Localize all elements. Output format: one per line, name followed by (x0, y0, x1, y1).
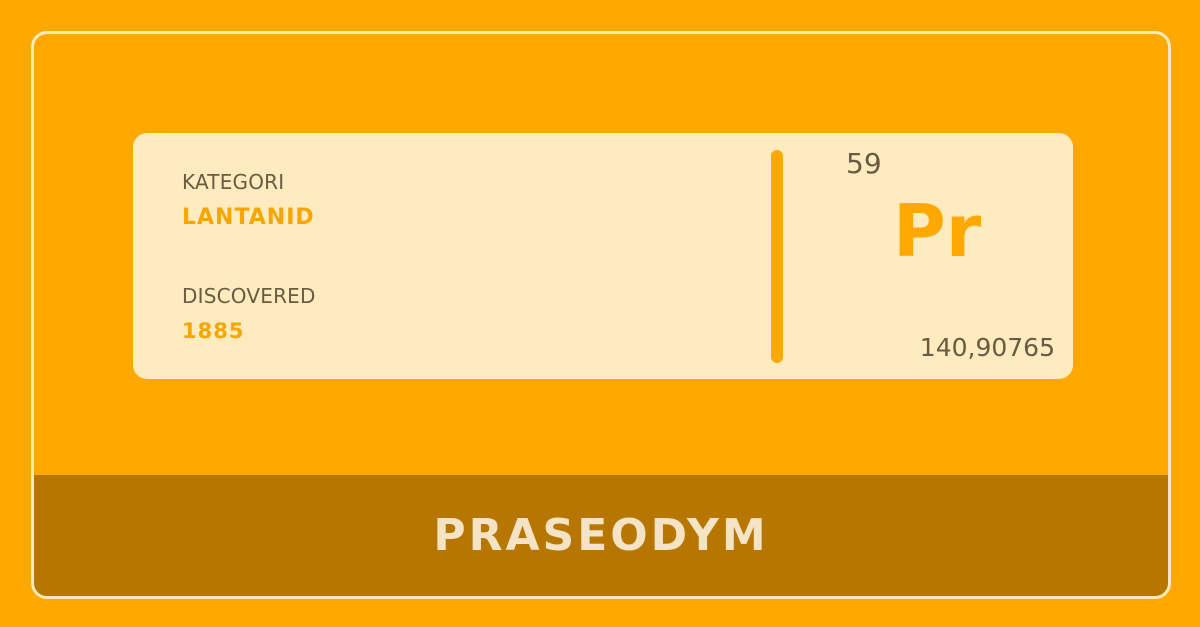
vertical-divider (771, 150, 783, 363)
element-name-bar: PRASEODYM (34, 475, 1168, 596)
category-label: KATEGORI (182, 170, 285, 194)
atomic-number: 59 (846, 147, 882, 180)
element-name: PRASEODYM (433, 510, 769, 561)
element-symbol: Pr (893, 189, 982, 273)
atomic-mass: 140,90765 (919, 333, 1055, 362)
category-value: LANTANID (182, 205, 315, 230)
discovered-value: 1885 (182, 319, 245, 343)
element-info-card: KATEGORI LANTANID DISCOVERED 1885 59 Pr … (133, 133, 1073, 379)
outer-frame: KATEGORI LANTANID DISCOVERED 1885 59 Pr … (31, 31, 1171, 599)
element-card-canvas: KATEGORI LANTANID DISCOVERED 1885 59 Pr … (0, 0, 1200, 627)
discovered-label: DISCOVERED (182, 284, 316, 308)
